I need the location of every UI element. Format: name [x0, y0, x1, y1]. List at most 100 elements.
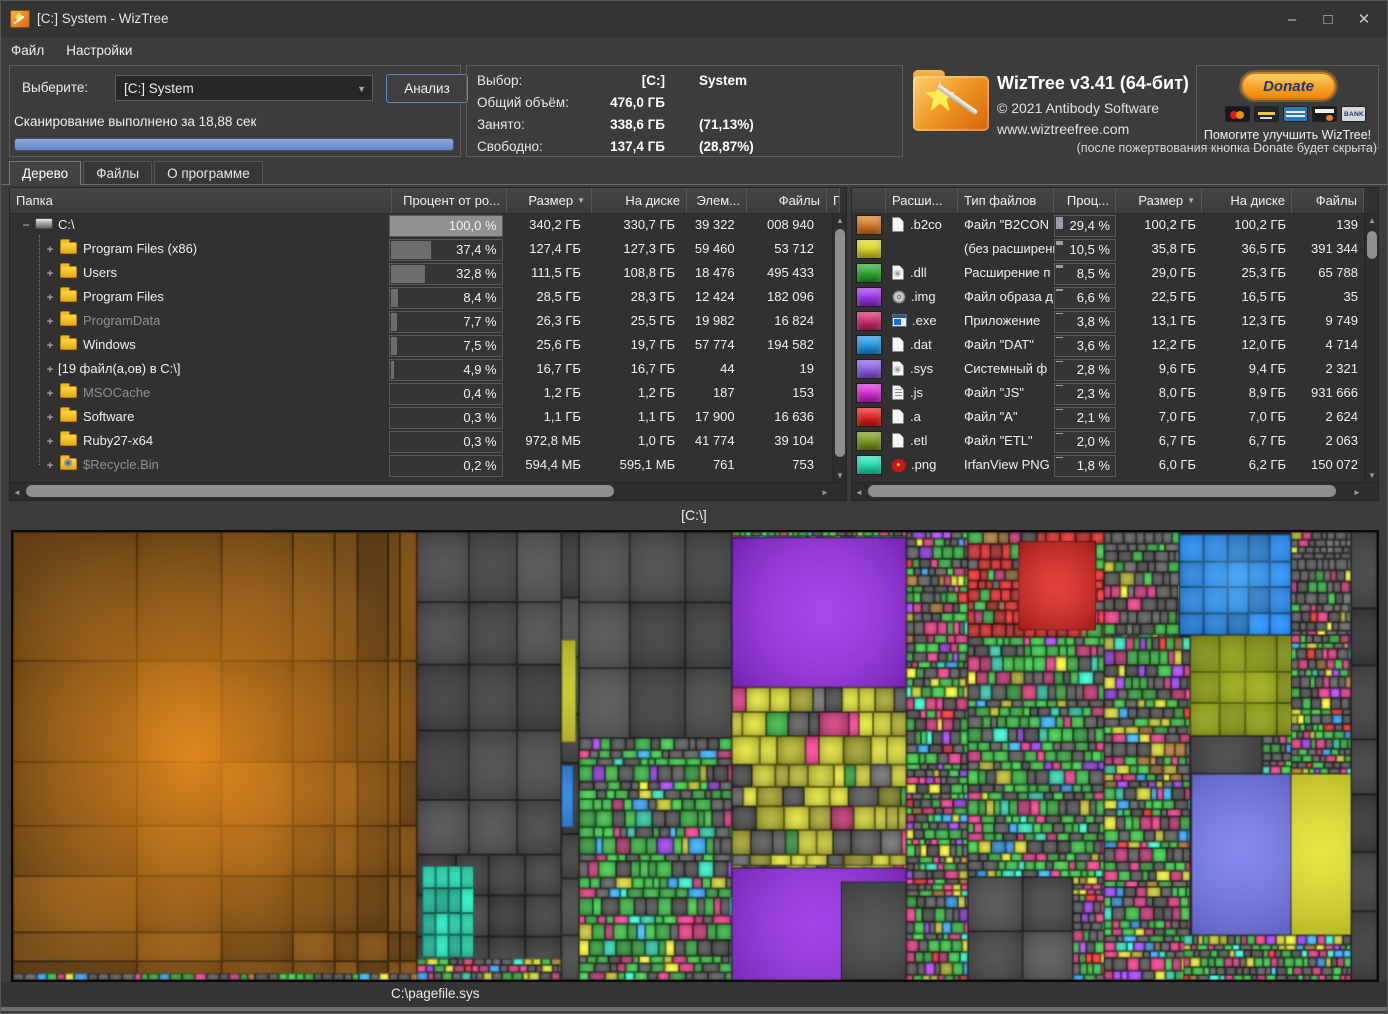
tree-expander[interactable]: + — [44, 429, 56, 453]
tree-row[interactable]: +Windows7,5 %25,6 ГБ19,7 ГБ57 774194 582 — [10, 333, 832, 357]
filetype-row[interactable]: .dllРасширение п8,5 %29,0 ГБ25,3 ГБ65 78… — [852, 261, 1364, 285]
scroll-right-icon[interactable]: ► — [818, 485, 832, 499]
folder-icon — [60, 410, 77, 422]
analyze-button[interactable]: Анализ — [386, 74, 468, 103]
scroll-left-icon[interactable]: ◄ — [852, 485, 866, 499]
tree-name-cell: +Users — [10, 261, 389, 285]
filetype-row[interactable]: (без расширени10,5 %35,8 ГБ36,5 ГБ391 34… — [852, 237, 1364, 261]
tree-extra-cell — [820, 213, 832, 237]
scroll-up-icon[interactable]: ▲ — [1365, 213, 1379, 227]
close-button[interactable]: ✕ — [1351, 7, 1377, 31]
titlebar: [C:] System - WizTree – □ ✕ — [1, 1, 1387, 37]
tree-column-header[interactable]: Файлы — [747, 188, 827, 213]
filetype-row[interactable]: .pngIrfanView PNG1,8 %6,0 ГБ6,2 ГБ150 07… — [852, 453, 1364, 477]
tree-column-header[interactable]: Процент от ро... — [392, 188, 507, 213]
tree-expander[interactable]: + — [44, 333, 56, 357]
percent-cell: 0,3 % — [389, 407, 503, 429]
treemap-canvas[interactable] — [13, 532, 1377, 980]
tree-row[interactable]: +Program Files8,4 %28,5 ГБ28,3 ГБ12 4241… — [10, 285, 832, 309]
types-vscroll-thumb[interactable] — [1367, 231, 1377, 259]
types-horizontal-scrollbar[interactable]: ◄ ► — [852, 482, 1378, 500]
filetype-row[interactable]: .exeПриложение3,8 %13,1 ГБ12,3 ГБ9 749 — [852, 309, 1364, 333]
tree-column-header[interactable]: На диске — [592, 188, 687, 213]
tree-name-cell: +Ruby27-x64 — [10, 429, 389, 453]
tree-expander[interactable]: + — [44, 309, 56, 333]
menu-file[interactable]: Файл — [11, 43, 44, 58]
sort-desc-icon: ▼ — [1187, 196, 1195, 205]
tree-expander[interactable]: + — [44, 453, 56, 477]
percent-cell: 8,5 % — [1054, 263, 1116, 285]
scroll-left-icon[interactable]: ◄ — [10, 485, 24, 499]
tree-extra-cell — [820, 453, 832, 477]
tree-row[interactable]: +Ruby27-x640,3 %972,8 МБ1,0 ГБ41 77439 1… — [10, 429, 832, 453]
ext-cell: .png — [886, 453, 958, 477]
tree-row[interactable]: +Program Files (x86)37,4 %127,4 ГБ127,3 … — [10, 237, 832, 261]
scroll-down-icon[interactable]: ▼ — [833, 468, 847, 482]
tree-row[interactable]: +ProgramData7,7 %26,3 ГБ25,5 ГБ19 98216 … — [10, 309, 832, 333]
tree-item-label: $Recycle.Bin — [83, 457, 159, 472]
types-column-header[interactable]: На диске — [1202, 188, 1292, 213]
filetype-row[interactable]: .jsФайл "JS"2,3 %8,0 ГБ8,9 ГБ931 666 — [852, 381, 1364, 405]
filetype-row[interactable]: .etlФайл "ETL"2,0 %6,7 ГБ6,7 ГБ2 063 — [852, 429, 1364, 453]
tree-extra-cell — [820, 357, 832, 381]
filetype-row[interactable]: .b2coФайл "B2CON29,4 %100,2 ГБ100,2 ГБ13… — [852, 213, 1364, 237]
tree-vscroll-thumb[interactable] — [835, 229, 845, 457]
filetype-files-cell: 9 749 — [1292, 309, 1364, 333]
types-column-header[interactable]: Размер▼ — [1116, 188, 1202, 213]
tree-expander[interactable]: + — [44, 357, 56, 381]
app-icon — [10, 10, 30, 28]
tab-Дерево[interactable]: Дерево — [9, 161, 81, 185]
tree-row[interactable]: +MSOCache0,4 %1,2 ГБ1,2 ГБ187153 — [10, 381, 832, 405]
drive-icon — [35, 218, 53, 229]
tree-expander[interactable]: + — [44, 405, 56, 429]
tree-row[interactable]: −C:\100,0 %340,2 ГБ330,7 ГБ39 322008 940 — [10, 213, 832, 237]
filetype-row[interactable]: .aФайл "A"2,1 %7,0 ГБ7,0 ГБ2 624 — [852, 405, 1364, 429]
app-copyright: © 2021 Antibody Software — [997, 100, 1159, 116]
tree-expander[interactable]: + — [44, 381, 56, 405]
tab-Файлы[interactable]: Файлы — [83, 161, 152, 184]
types-hscroll-thumb[interactable] — [868, 485, 1336, 497]
filetype-row[interactable]: .imgФайл образа д6,6 %22,5 ГБ16,5 ГБ35 — [852, 285, 1364, 309]
types-vertical-scrollbar[interactable]: ▲ ▼ — [1364, 213, 1378, 482]
tree-column-header[interactable]: Элем... — [687, 188, 747, 213]
types-column-header[interactable]: Тип файлов — [958, 188, 1054, 213]
types-column-header[interactable]: Файлы — [1292, 188, 1364, 213]
filetype-row[interactable]: .datФайл "DAT"3,6 %12,2 ГБ12,0 ГБ4 714 — [852, 333, 1364, 357]
tree-row[interactable]: +Users32,8 %111,5 ГБ108,8 ГБ18 476495 43… — [10, 261, 832, 285]
filetype-row[interactable]: .sysСистемный ф2,8 %9,6 ГБ9,4 ГБ2 321 — [852, 357, 1364, 381]
types-column-header[interactable] — [852, 188, 886, 213]
tree-expander[interactable]: − — [20, 213, 32, 237]
donate-button[interactable]: Donate — [1241, 72, 1336, 100]
discover-icon — [1312, 106, 1337, 122]
tree-hscroll-thumb[interactable] — [26, 485, 614, 497]
percent-cell: 2,3 % — [1054, 383, 1116, 405]
tree-expander[interactable]: + — [44, 237, 56, 261]
tree-expander[interactable]: + — [44, 261, 56, 285]
tree-expander[interactable]: + — [44, 285, 56, 309]
tree-extra-cell — [820, 237, 832, 261]
window-controls: – □ ✕ — [1279, 7, 1377, 31]
scroll-down-icon[interactable]: ▼ — [1365, 468, 1379, 482]
tree-column-header[interactable]: Папка — [10, 188, 392, 213]
tree-column-header[interactable]: Размер▼ — [507, 188, 592, 213]
tree-column-header[interactable]: П — [827, 188, 840, 213]
maximize-button[interactable]: □ — [1315, 7, 1341, 31]
tree-vertical-scrollbar[interactable]: ▲ ▼ — [832, 213, 846, 482]
filetype-files-cell: 65 788 — [1292, 261, 1364, 285]
tree-row[interactable]: +[19 файл(а,ов) в C:\]4,9 %16,7 ГБ16,7 Г… — [10, 357, 832, 381]
tree-horizontal-scrollbar[interactable]: ◄ ► — [10, 482, 846, 500]
percent-cell: 37,4 % — [389, 239, 503, 261]
tree-size-cell: 111,5 ГБ — [503, 261, 587, 285]
app-website[interactable]: www.wiztreefree.com — [997, 121, 1129, 137]
minimize-button[interactable]: – — [1279, 7, 1305, 31]
drive-select[interactable]: [C:] System ▼ — [115, 75, 373, 101]
types-column-header[interactable]: Расши... — [886, 188, 958, 213]
disc-image-icon — [892, 290, 906, 304]
tree-row[interactable]: +$Recycle.Bin0,2 %594,4 МБ595,1 МБ761753 — [10, 453, 832, 477]
menu-settings[interactable]: Настройки — [66, 43, 132, 58]
tab-О программе[interactable]: О программе — [154, 161, 263, 184]
scroll-right-icon[interactable]: ► — [1350, 485, 1364, 499]
tree-row[interactable]: +Software0,3 %1,1 ГБ1,1 ГБ17 90016 636 — [10, 405, 832, 429]
types-column-header[interactable]: Проц... — [1054, 188, 1116, 213]
scroll-up-icon[interactable]: ▲ — [833, 213, 847, 227]
